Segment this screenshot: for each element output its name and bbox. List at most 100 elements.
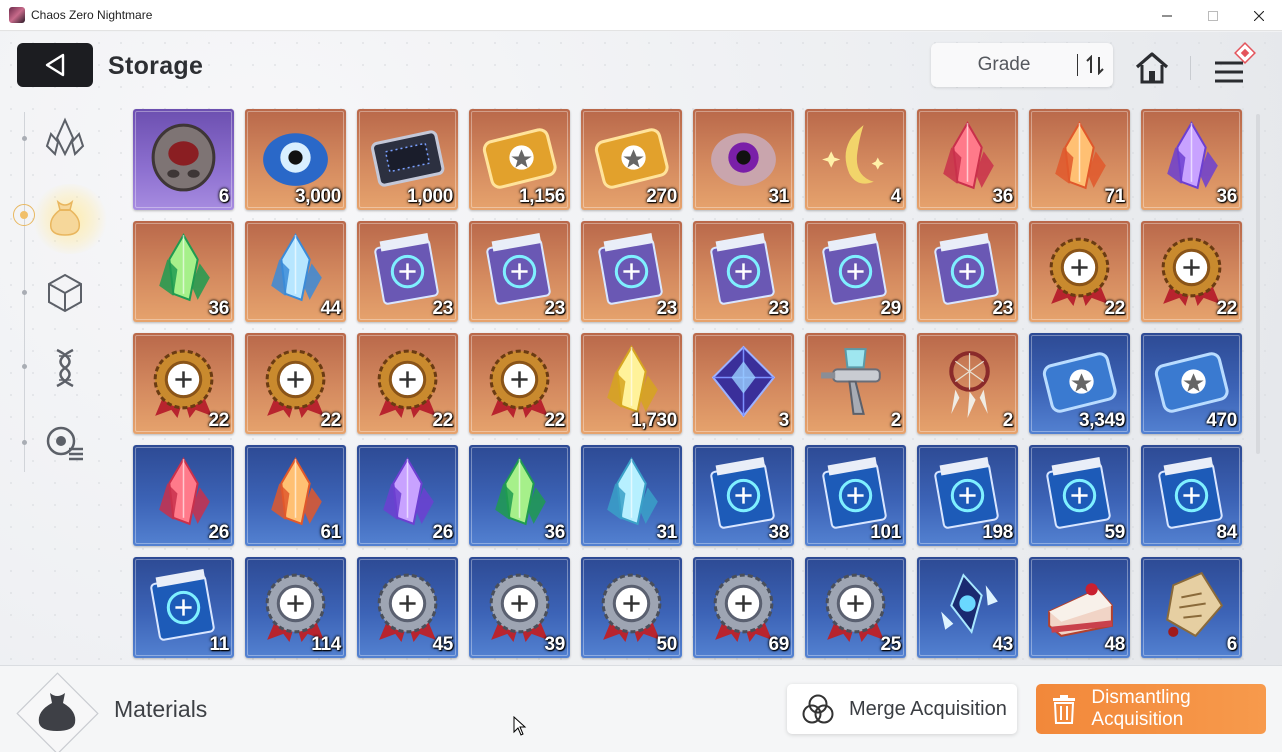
item-tile[interactable]: 1,156 [469, 109, 570, 210]
item-count: 3,349 [1078, 410, 1125, 431]
item-count: 36 [992, 186, 1013, 207]
item-tile[interactable]: 6 [1141, 557, 1242, 658]
item-count: 25 [880, 634, 901, 655]
item-tile[interactable]: 36 [469, 445, 570, 546]
home-icon [1135, 52, 1169, 84]
item-count: 50 [656, 634, 677, 655]
dismantling-acquisition-button[interactable]: Dismantling Acquisition [1036, 684, 1266, 734]
item-tile[interactable]: 470 [1141, 333, 1242, 434]
item-tile[interactable]: 22 [469, 333, 570, 434]
item-tile[interactable]: 23 [693, 221, 794, 322]
merge-acquisition-button[interactable]: Merge Acquisition [787, 684, 1017, 734]
item-tile[interactable]: 25 [805, 557, 906, 658]
sort-grade-button[interactable]: Grade [931, 43, 1113, 87]
home-button[interactable] [1131, 48, 1173, 88]
dna-icon [56, 348, 74, 388]
item-count: 44 [320, 298, 341, 319]
item-count: 26 [208, 522, 229, 543]
rail-tab-badges[interactable] [40, 418, 90, 468]
back-button[interactable] [17, 43, 93, 87]
item-tile[interactable]: 26 [357, 445, 458, 546]
item-count: 3 [778, 410, 790, 431]
item-count: 23 [768, 298, 789, 319]
item-tile[interactable]: 36 [1141, 109, 1242, 210]
item-tile[interactable]: 23 [581, 221, 682, 322]
minimize-button[interactable] [1144, 0, 1190, 31]
main-menu-button[interactable] [1210, 42, 1262, 88]
item-count: 22 [320, 410, 341, 431]
item-count: 22 [1216, 298, 1237, 319]
menu-icon [1215, 42, 1256, 83]
item-count: 36 [1216, 186, 1237, 207]
item-count: 198 [982, 522, 1013, 543]
item-count: 101 [870, 522, 901, 543]
item-tile[interactable]: 43 [917, 557, 1018, 658]
item-tile[interactable]: 198 [917, 445, 1018, 546]
sort-order-icon[interactable] [1078, 55, 1112, 75]
item-tile[interactable]: 59 [1029, 445, 1130, 546]
item-tile[interactable]: 44 [245, 221, 346, 322]
item-count: 22 [1104, 298, 1125, 319]
rail-dot [22, 440, 27, 445]
item-tile[interactable]: 61 [245, 445, 346, 546]
item-tile[interactable]: 3 [693, 333, 794, 434]
blue-octahedron-icon [711, 345, 776, 418]
item-count: 22 [432, 410, 453, 431]
item-tile[interactable]: 270 [581, 109, 682, 210]
item-tile[interactable]: 38 [693, 445, 794, 546]
item-tile[interactable]: 84 [1141, 445, 1242, 546]
item-grid-scrollbar[interactable] [1256, 114, 1260, 454]
item-tile[interactable]: 114 [245, 557, 346, 658]
item-tile[interactable]: 2 [917, 333, 1018, 434]
item-tile[interactable]: 48 [1029, 557, 1130, 658]
item-tile[interactable]: 1,730 [581, 333, 682, 434]
item-count: 1,156 [518, 186, 565, 207]
item-tile[interactable]: 36 [917, 109, 1018, 210]
rail-dot [22, 364, 27, 369]
item-tile[interactable]: 71 [1029, 109, 1130, 210]
close-window-button[interactable] [1236, 0, 1282, 31]
item-tile[interactable]: 22 [1029, 221, 1130, 322]
item-count: 1,000 [406, 186, 453, 207]
item-tile[interactable]: 4 [805, 109, 906, 210]
item-tile[interactable]: 31 [581, 445, 682, 546]
item-tile[interactable]: 69 [693, 557, 794, 658]
item-tile[interactable]: 11 [133, 557, 234, 658]
item-tile[interactable]: 1,000 [357, 109, 458, 210]
item-count: 31 [656, 522, 677, 543]
maximize-button[interactable] [1190, 0, 1236, 31]
merge-acquisition-label: Merge Acquisition [849, 697, 1007, 720]
item-tile[interactable]: 22 [245, 333, 346, 434]
item-tile[interactable]: 23 [469, 221, 570, 322]
rail-tab-boxes[interactable] [40, 268, 90, 318]
item-tile[interactable]: 23 [917, 221, 1018, 322]
item-tile[interactable]: 2 [805, 333, 906, 434]
item-count: 4 [890, 186, 902, 207]
item-tile[interactable]: 26 [133, 445, 234, 546]
item-count: 61 [320, 522, 341, 543]
rail-tab-crystals[interactable] [40, 113, 90, 163]
item-tile[interactable]: 101 [805, 445, 906, 546]
item-tile[interactable]: 6 [133, 109, 234, 210]
item-tile[interactable]: 39 [469, 557, 570, 658]
sort-label: Grade [977, 54, 1031, 75]
app-icon [9, 7, 25, 23]
back-arrow-icon [45, 53, 65, 77]
item-tile[interactable]: 29 [805, 221, 906, 322]
mouse-cursor-icon [513, 716, 527, 736]
item-tile[interactable]: 3,000 [245, 109, 346, 210]
close-icon [1254, 10, 1264, 21]
item-tile[interactable]: 22 [357, 333, 458, 434]
rail-tab-materials[interactable] [40, 191, 90, 241]
item-tile[interactable]: 22 [1141, 221, 1242, 322]
item-tile[interactable]: 31 [693, 109, 794, 210]
item-tile[interactable]: 23 [357, 221, 458, 322]
item-tile[interactable]: 3,349 [1029, 333, 1130, 434]
item-count: 71 [1104, 186, 1125, 207]
item-tile[interactable]: 45 [357, 557, 458, 658]
item-tile[interactable]: 22 [133, 333, 234, 434]
item-count: 23 [992, 298, 1013, 319]
item-tile[interactable]: 36 [133, 221, 234, 322]
item-tile[interactable]: 50 [581, 557, 682, 658]
rail-tab-genes[interactable] [40, 343, 90, 393]
